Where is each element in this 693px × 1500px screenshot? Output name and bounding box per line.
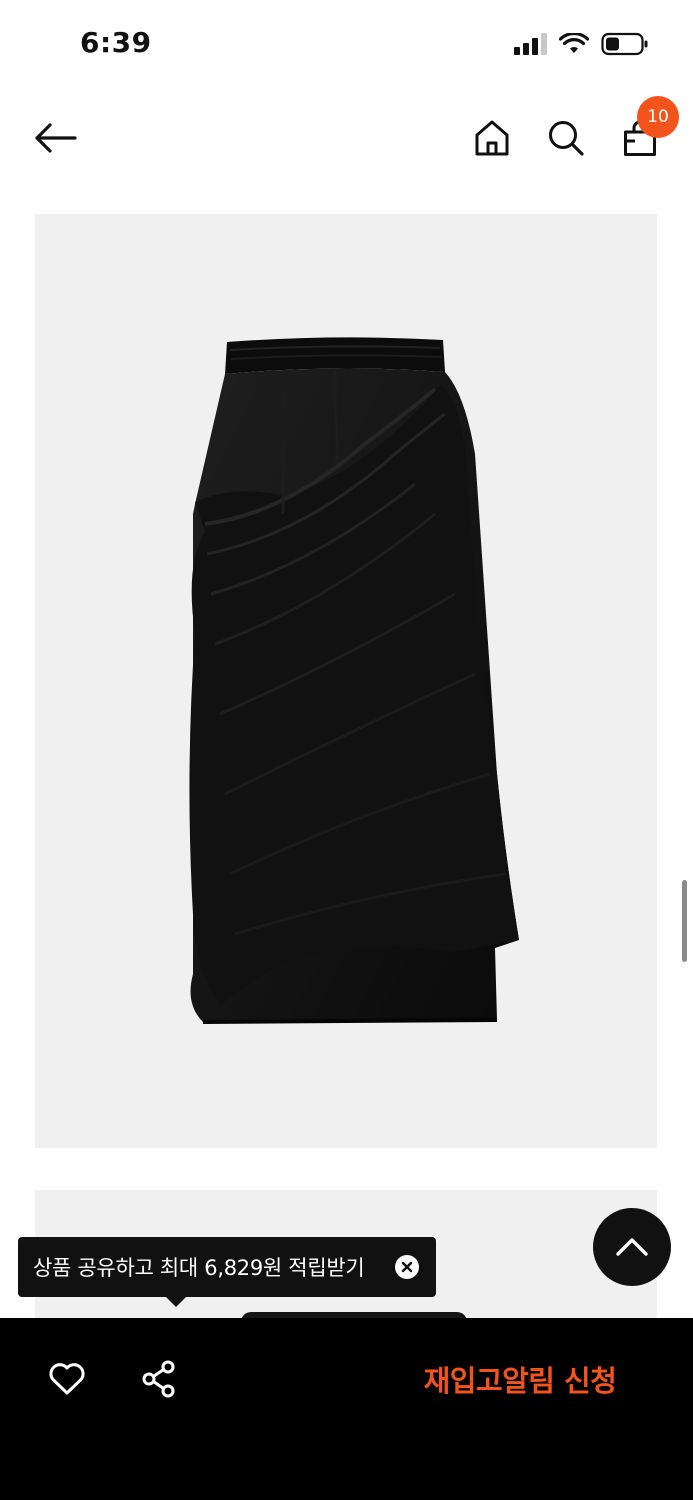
bottom-action-bar: 재입고알림 신청 [0,1318,693,1500]
like-button[interactable] [44,1356,90,1402]
heart-icon [49,1363,85,1395]
search-icon [549,121,584,156]
search-button[interactable] [540,112,592,164]
skirt-illustration [189,337,520,1024]
product-image[interactable] [35,214,657,1148]
tooltip-close-button[interactable] [395,1255,419,1279]
home-icon [475,120,509,156]
status-time: 6:39 [80,26,152,59]
scroll-to-top-button[interactable] [593,1208,671,1286]
close-icon [401,1261,413,1273]
share-button[interactable] [136,1356,182,1402]
share-icon [142,1360,175,1398]
tooltip-arrow [166,1297,186,1307]
top-navigation [0,90,693,190]
chevron-up-icon [616,1238,648,1256]
restock-alert-button[interactable]: 재입고알림 신청 [400,1354,640,1404]
home-button[interactable] [466,112,518,164]
scrollbar[interactable] [682,880,687,962]
status-icons [514,32,649,56]
battery-icon [601,32,648,56]
wifi-icon [559,33,589,53]
share-reward-tooltip: 상품 공유하고 최대 6,829원 적립받기 [18,1237,436,1307]
back-button[interactable] [30,112,82,164]
arrow-left-icon [35,123,77,153]
tooltip-text: 상품 공유하고 최대 6,829원 적립받기 [33,1256,365,1280]
cellular-signal-icon [514,33,547,55]
cart-count-badge: 10 [637,96,679,138]
status-bar: 6:39 [0,0,693,90]
